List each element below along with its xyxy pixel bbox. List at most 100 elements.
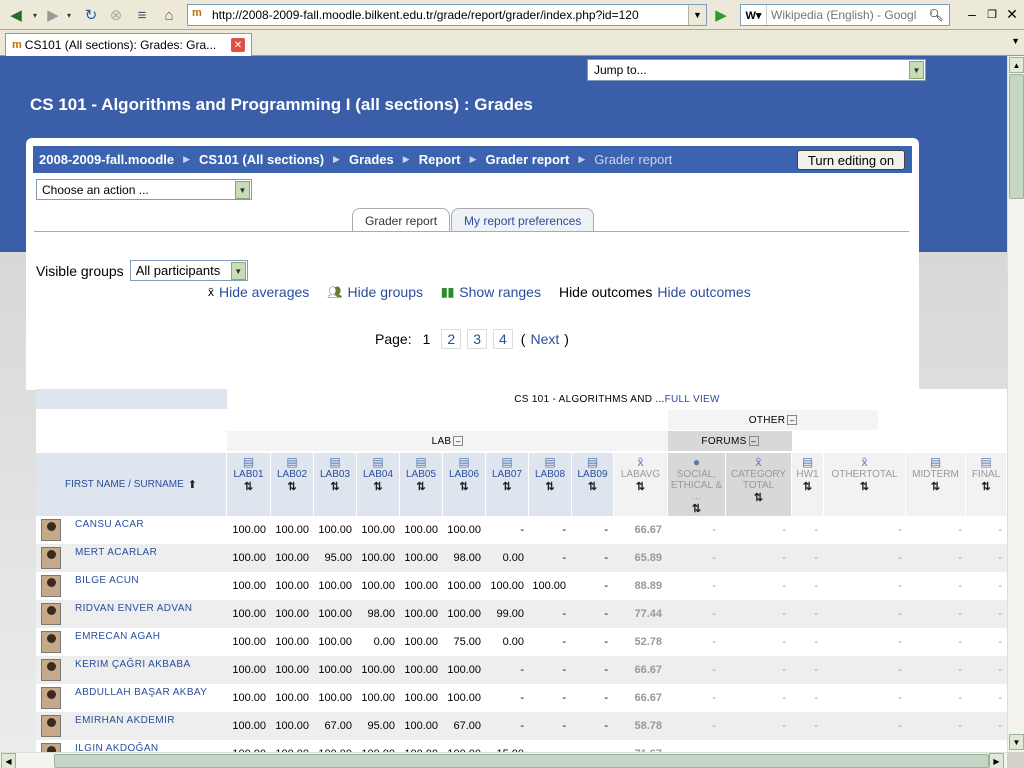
breadcrumb-site[interactable]: 2008-2009-fall.moodle [39,152,174,167]
page-link-4[interactable]: 4 [492,329,513,349]
column-header-hw1[interactable]: ▤ HW1 ⇅ [792,453,824,516]
column-header-lab01[interactable]: ▤ LAB01 ⇅ [227,453,271,516]
forward-icon[interactable]: ▶ [42,4,64,26]
sort-icon[interactable]: ⇅ [824,480,905,493]
avatar[interactable] [41,659,61,681]
student-name-link[interactable]: CANSU ACAR [75,519,144,530]
avatar[interactable] [41,687,61,709]
page-link-3[interactable]: 3 [467,329,487,349]
column-header-lab06[interactable]: ▤ LAB06 ⇅ [443,453,486,516]
sort-icon[interactable]: ⇅ [906,480,965,493]
bookmarks-icon[interactable]: ≡ [131,4,153,26]
column-header-lab03[interactable]: ▤ LAB03 ⇅ [314,453,357,516]
vertical-scroll-thumb[interactable] [1009,74,1024,199]
avatar[interactable] [41,603,61,625]
tab-list-icon[interactable]: ▼ [1011,36,1020,46]
avatar[interactable] [41,631,61,653]
full-view-link[interactable]: FULL VIEW [665,394,720,405]
sort-icon[interactable]: ⇅ [271,480,313,493]
avatar[interactable] [41,743,61,752]
collapse-icon[interactable]: – [748,436,759,446]
column-header-lab02[interactable]: ▤ LAB02 ⇅ [271,453,314,516]
close-window-icon[interactable]: ✕ [1002,4,1022,24]
sort-icon[interactable]: ⇅ [357,480,399,493]
search-input[interactable] [767,8,917,22]
collapse-icon[interactable]: – [453,436,464,446]
show-ranges-toggle[interactable]: ▮▮ Show ranges [441,284,541,300]
sort-icon[interactable]: ⇅ [668,502,725,515]
avatar[interactable] [41,547,61,569]
stop-icon[interactable]: ⊗ [105,4,127,26]
sort-icon[interactable]: ⇅ [314,480,356,493]
tab-grader-report[interactable]: Grader report [352,208,451,232]
column-header-lab08[interactable]: ▤ LAB08 ⇅ [529,453,572,516]
search-icon[interactable]: 🔍︎ [925,6,947,24]
restore-icon[interactable]: ❐ [982,4,1002,24]
next-page-link[interactable]: Next [525,330,564,348]
column-header-social-ethical-[interactable]: ● SOCIAL, ETHICAL & ... ⇅ [668,453,726,516]
address-bar[interactable]: m ▼ [187,4,707,26]
student-name-link[interactable]: MERT ACARLAR [75,547,157,558]
breadcrumb-grader-report[interactable]: Grader report [486,152,570,167]
student-name-link[interactable]: EMIRHAN AKDEMIR [75,715,175,726]
column-header-lab04[interactable]: ▤ LAB04 ⇅ [357,453,400,516]
scroll-left-icon[interactable]: ◀ [1,753,16,768]
back-history-icon[interactable]: ▾ [30,4,40,26]
student-name-link[interactable]: RIDVAN ENVER ADVAN [75,603,192,614]
column-header-midterm[interactable]: ▤ MIDTERM ⇅ [906,453,966,516]
breadcrumb-grades[interactable]: Grades [349,152,394,167]
url-input[interactable] [212,8,692,22]
column-header-labavg[interactable]: x̄ LABAVG ⇅ [614,453,668,516]
student-name-link[interactable]: ILGIN AKDOĞAN [75,743,159,752]
url-dropdown-icon[interactable]: ▼ [688,5,706,25]
choose-action-select[interactable]: Choose an action ... ▼ [36,179,252,200]
horizontal-scrollbar[interactable]: ◀ ▶ [0,752,1007,768]
hide-groups-toggle[interactable]: 👥︎ Hide groups [327,284,423,300]
hide-outcomes-link[interactable]: Hide outcomes [657,284,750,300]
breadcrumb-report[interactable]: Report [419,152,461,167]
student-name-link[interactable]: ABDULLAH BAŞAR AKBAY [75,687,207,698]
sort-icon[interactable]: ⇅ [792,480,823,493]
column-header-category-total[interactable]: x̄ CATEGORY TOTAL ⇅ [726,453,792,516]
avatar[interactable] [41,715,61,737]
avatar[interactable] [41,519,61,541]
turn-editing-on-button[interactable]: Turn editing on [797,150,905,170]
sort-icon[interactable]: ⇅ [572,480,613,493]
sort-icon[interactable]: ⇅ [443,480,485,493]
tab-my-report-preferences[interactable]: My report preferences [451,208,595,232]
column-header-lab05[interactable]: ▤ LAB05 ⇅ [400,453,443,516]
scroll-up-icon[interactable]: ▲ [1009,57,1024,73]
sort-icon[interactable]: ⇅ [227,480,270,493]
sort-icon[interactable]: ⇅ [966,480,1006,493]
column-header-othertotal[interactable]: x̄ OTHERTOTAL ⇅ [824,453,906,516]
avatar[interactable] [41,575,61,597]
column-header-lab07[interactable]: ▤ LAB07 ⇅ [486,453,529,516]
horizontal-scroll-thumb[interactable] [54,754,989,768]
forward-history-icon[interactable]: ▾ [64,4,74,26]
sort-icon[interactable]: ⇅ [400,480,442,493]
sort-icon[interactable]: ⇅ [614,480,667,493]
visible-groups-select[interactable]: All participants ▼ [129,260,248,281]
home-icon[interactable]: ⌂ [157,4,181,26]
minimize-icon[interactable]: – [962,4,982,24]
sort-icon[interactable]: ⇅ [726,491,791,504]
student-name-link[interactable]: KERIM ÇAĞRI AKBABA [75,659,191,670]
vertical-scrollbar[interactable]: ▲ ▼ [1007,56,1024,752]
student-name-link[interactable]: EMRECAN AGAH [75,631,160,642]
column-header-final[interactable]: ▤ FINAL ⇅ [966,453,1007,516]
tab-close-icon[interactable]: ✕ [231,38,245,52]
sort-icon[interactable]: ⇅ [529,480,571,493]
jump-to-select[interactable]: Jump to... ▼ [587,59,926,81]
breadcrumb-course[interactable]: CS101 (All sections) [199,152,324,167]
hide-averages-toggle[interactable]: x̄ Hide averages [208,284,309,300]
scroll-right-icon[interactable]: ▶ [989,753,1004,768]
column-header-lab09[interactable]: ▤ LAB09 ⇅ [572,453,614,516]
page-link-2[interactable]: 2 [441,329,462,349]
sort-icon[interactable]: ⇅ [486,480,528,493]
go-icon[interactable]: ▶ [710,4,732,26]
search-engine-icon[interactable]: W▾ [741,5,767,25]
name-column-header[interactable]: FIRST NAME / SURNAME ⬆ [36,453,227,516]
reload-icon[interactable]: ↻ [80,4,102,26]
student-name-link[interactable]: BILGE ACUN [75,575,139,586]
back-icon[interactable]: ◀ [4,4,28,26]
